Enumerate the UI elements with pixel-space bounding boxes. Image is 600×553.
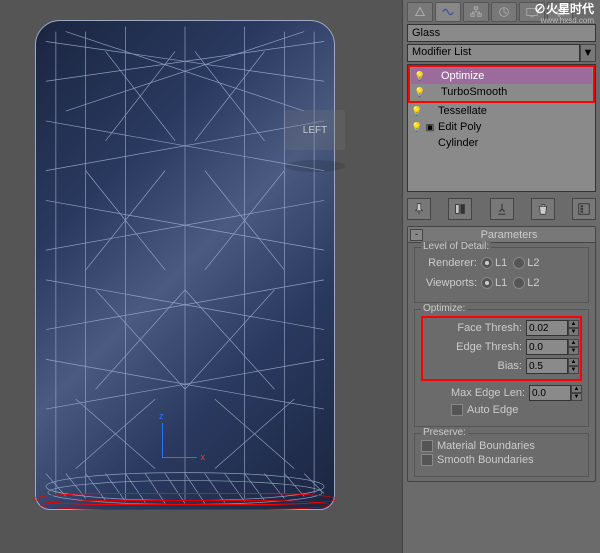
- modifier-list-label: Modifier List: [407, 44, 580, 62]
- smooth-boundaries-label: Smooth Boundaries: [437, 454, 534, 466]
- remove-modifier-button[interactable]: [531, 198, 555, 220]
- object-name-field[interactable]: [407, 24, 596, 42]
- viewports-label: Viewports:: [421, 277, 481, 289]
- spinner-down-icon[interactable]: ▼: [568, 328, 579, 336]
- dropdown-arrow-icon[interactable]: ▼: [580, 44, 596, 62]
- hierarchy-tab[interactable]: [463, 2, 489, 22]
- group-legend: Optimize:: [421, 303, 467, 314]
- bulb-icon[interactable]: 💡: [413, 71, 427, 82]
- max-edge-len-input[interactable]: [529, 385, 571, 401]
- viewport[interactable]: LEFT: [0, 0, 402, 553]
- modifier-label: TurboSmooth: [439, 86, 590, 98]
- modify-tab[interactable]: [435, 2, 461, 22]
- viewports-l1-radio[interactable]: [481, 277, 493, 289]
- modifier-label: Optimize: [439, 70, 590, 82]
- renderer-label: Renderer:: [421, 257, 481, 269]
- highlight-box-optimize: Face Thresh: ▲▼ Edge Thresh:: [421, 316, 582, 381]
- preserve-group: Preserve: Material Boundaries Smooth Bou…: [414, 433, 589, 477]
- expand-icon[interactable]: ▣: [424, 122, 436, 133]
- modifier-label: Edit Poly: [436, 121, 593, 133]
- modifier-cylinder[interactable]: Cylinder: [408, 135, 595, 151]
- bias-label: Bias:: [424, 360, 526, 372]
- view-cube[interactable]: LEFT: [285, 110, 345, 150]
- highlight-box-modifiers: 💡 Optimize 💡 TurboSmooth: [408, 65, 595, 103]
- radio-label: L2: [527, 277, 539, 289]
- mesh-object[interactable]: [35, 20, 335, 510]
- renderer-l1-radio[interactable]: [481, 257, 493, 269]
- create-tab[interactable]: [407, 2, 433, 22]
- modifier-label: Cylinder: [436, 137, 593, 149]
- selection-ring-2: [40, 500, 330, 510]
- bias-input[interactable]: [526, 358, 568, 374]
- material-boundaries-label: Material Boundaries: [437, 440, 535, 452]
- modifier-label: Tessellate: [436, 105, 593, 117]
- face-thresh-input[interactable]: [526, 320, 568, 336]
- spinner-down-icon[interactable]: ▼: [568, 366, 579, 374]
- pin-stack-button[interactable]: [407, 198, 431, 220]
- spinner-down-icon[interactable]: ▼: [571, 393, 582, 401]
- modifier-list-dropdown[interactable]: Modifier List ▼: [407, 44, 596, 62]
- motion-tab[interactable]: [491, 2, 517, 22]
- group-legend: Level of Detail:: [421, 241, 491, 252]
- spinner-up-icon[interactable]: ▲: [568, 320, 579, 328]
- modifier-edit-poly[interactable]: 💡 ▣ Edit Poly: [408, 119, 595, 135]
- face-thresh-label: Face Thresh:: [424, 322, 526, 334]
- radio-label: L1: [495, 277, 507, 289]
- optimize-group: Optimize: Face Thresh: ▲▼ Edge Thresh:: [414, 309, 589, 427]
- max-edge-len-spinner[interactable]: ▲▼: [529, 385, 582, 401]
- bias-spinner[interactable]: ▲▼: [526, 358, 579, 374]
- show-end-result-button[interactable]: [448, 198, 472, 220]
- edge-thresh-input[interactable]: [526, 339, 568, 355]
- max-edge-len-label: Max Edge Len:: [421, 387, 529, 399]
- radio-label: L1: [495, 257, 507, 269]
- modifier-stack[interactable]: 💡 Optimize 💡 TurboSmooth 💡 Tessellate: [407, 64, 596, 192]
- spinner-up-icon[interactable]: ▲: [571, 385, 582, 393]
- stack-toolbar: [407, 196, 596, 226]
- auto-edge-checkbox[interactable]: [451, 404, 463, 416]
- edge-thresh-spinner[interactable]: ▲▼: [526, 339, 579, 355]
- level-of-detail-group: Level of Detail: Renderer: L1 L2 Viewpor…: [414, 247, 589, 303]
- face-thresh-spinner[interactable]: ▲▼: [526, 320, 579, 336]
- bulb-icon[interactable]: 💡: [410, 106, 424, 117]
- smooth-boundaries-checkbox[interactable]: [421, 454, 433, 466]
- rollout-title-label: Parameters: [423, 229, 595, 241]
- edge-thresh-label: Edge Thresh:: [424, 341, 526, 353]
- configure-sets-button[interactable]: [572, 198, 596, 220]
- axis-z[interactable]: [162, 423, 163, 458]
- group-legend: Preserve:: [421, 427, 468, 438]
- auto-edge-label: Auto Edge: [467, 404, 518, 416]
- bulb-icon[interactable]: 💡: [413, 87, 427, 98]
- watermark: ⊘火星时代 www.hxsd.com: [534, 4, 594, 26]
- spinner-up-icon[interactable]: ▲: [568, 358, 579, 366]
- spinner-down-icon[interactable]: ▼: [568, 347, 579, 355]
- viewports-l2-radio[interactable]: [513, 277, 525, 289]
- bulb-icon[interactable]: 💡: [410, 122, 424, 133]
- spinner-up-icon[interactable]: ▲: [568, 339, 579, 347]
- modifier-turbosmooth[interactable]: 💡 TurboSmooth: [411, 84, 592, 100]
- material-boundaries-checkbox[interactable]: [421, 440, 433, 452]
- renderer-l2-radio[interactable]: [513, 257, 525, 269]
- modifier-optimize[interactable]: 💡 Optimize: [411, 68, 592, 84]
- parameters-rollout: - Parameters Level of Detail: Renderer: …: [407, 226, 596, 482]
- rollout-toggle-icon[interactable]: -: [410, 229, 423, 241]
- radio-label: L2: [527, 257, 539, 269]
- axis-x[interactable]: [162, 457, 197, 458]
- command-panel: ⊘火星时代 www.hxsd.com Modifier List ▼ 💡: [402, 0, 600, 553]
- modifier-tessellate[interactable]: 💡 Tessellate: [408, 103, 595, 119]
- make-unique-button[interactable]: [490, 198, 514, 220]
